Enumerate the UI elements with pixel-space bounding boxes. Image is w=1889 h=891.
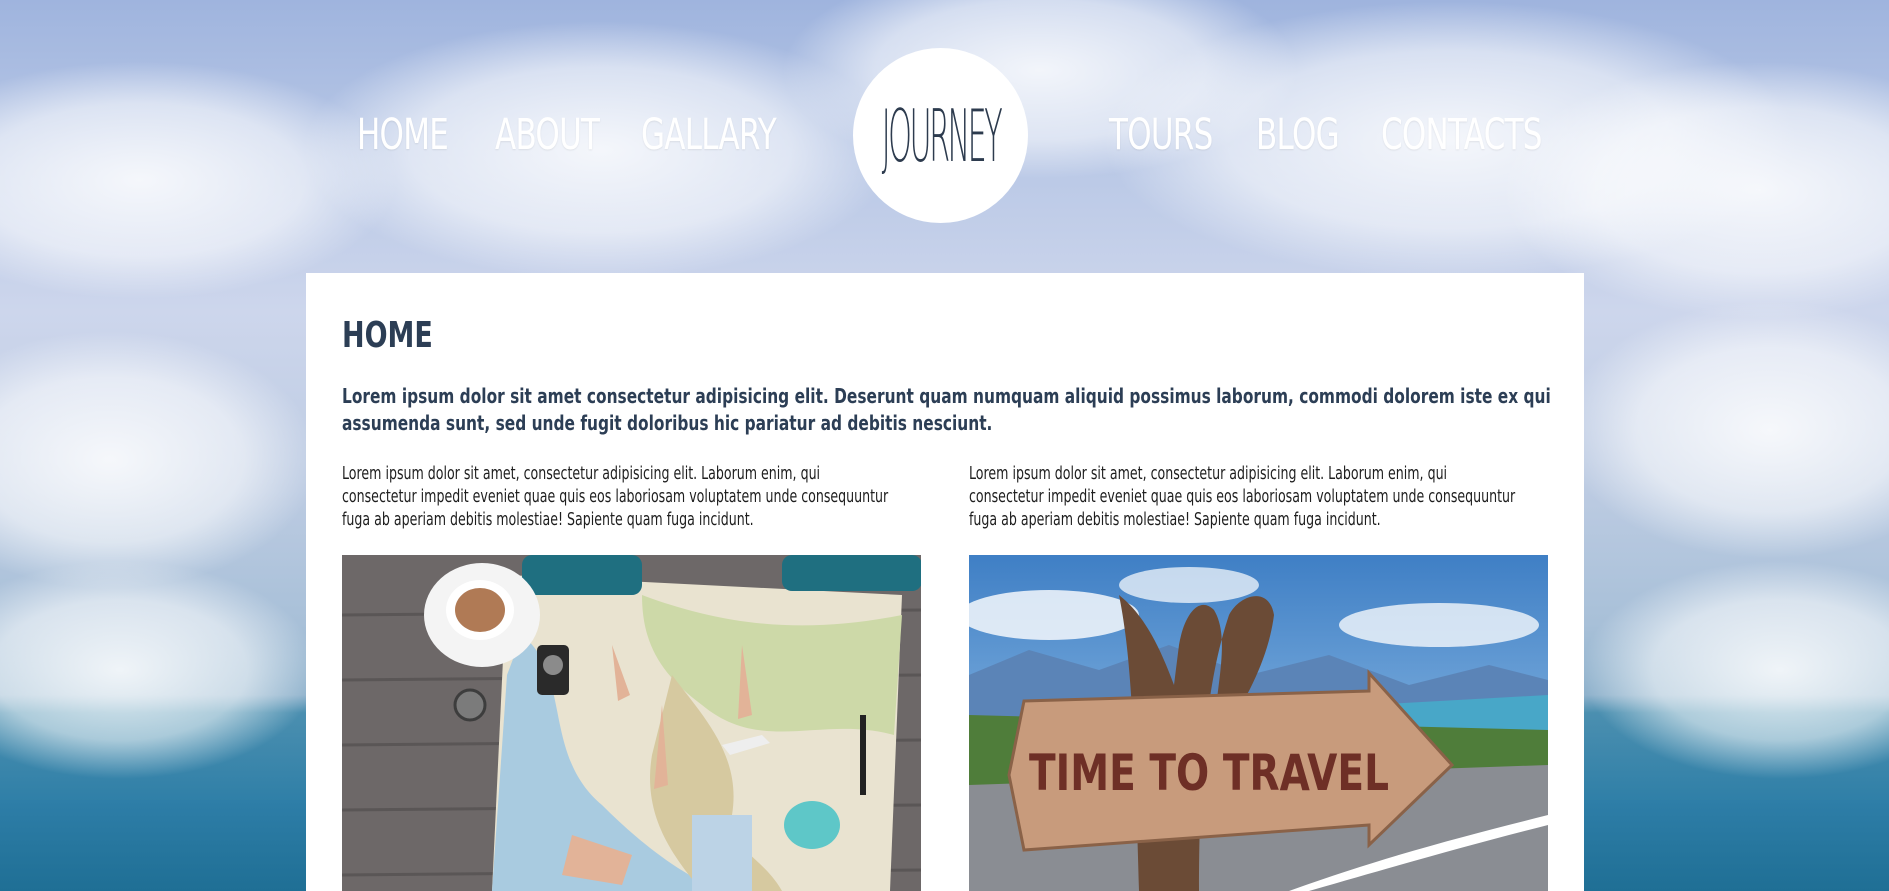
nav-tours-link[interactable]: TOURS [1109, 110, 1213, 160]
travel-map-illustration [342, 555, 921, 891]
journey-logo[interactable]: JOURNEY [853, 48, 1028, 223]
column-right-text: Lorem ipsum dolor sit amet, consectetur … [969, 464, 1516, 530]
lead-paragraph: Lorem ipsum dolor sit amet consectetur a… [342, 384, 1551, 435]
logo-text: JOURNEY [881, 93, 1002, 178]
nav-home-link[interactable]: HOME [357, 110, 449, 160]
nav-blog-link[interactable]: BLOG [1256, 110, 1340, 160]
nav-contacts-link[interactable]: CONTACTS [1381, 110, 1542, 160]
nav-gallary-link[interactable]: GALLARY [641, 110, 777, 160]
travel-sign-illustration: TIME TO TRAVEL [969, 555, 1548, 891]
content-panel: HOME Lorem ipsum dolor sit amet consecte… [306, 273, 1584, 891]
nav-about-link[interactable]: ABOUT [495, 110, 600, 160]
travel-map-photo[interactable] [342, 555, 921, 891]
column-left-text: Lorem ipsum dolor sit amet, consectetur … [342, 464, 889, 530]
time-to-travel-sign-photo[interactable]: TIME TO TRAVEL [969, 555, 1548, 891]
main-navigation: HOME ABOUT GALLARY JOURNEY TOURS BLOG CO… [0, 0, 1889, 270]
sign-text: TIME TO TRAVEL [1029, 744, 1389, 802]
page-title: HOME [342, 315, 433, 356]
